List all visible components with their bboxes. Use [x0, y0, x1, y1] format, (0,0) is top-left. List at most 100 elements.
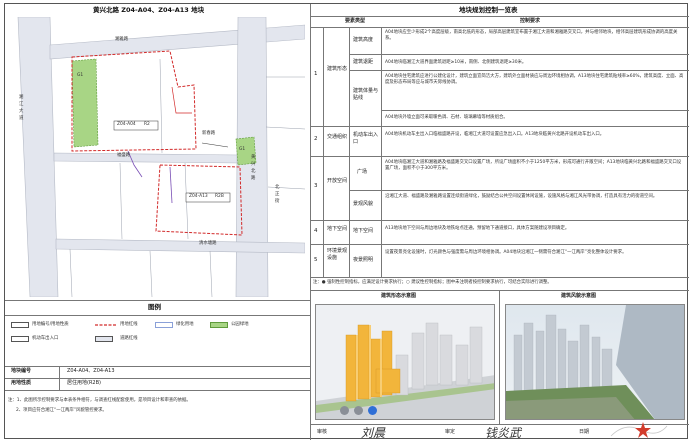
section-4-name: 地下空间: [327, 226, 348, 232]
left-image-caption: 建筑形态示意图: [381, 293, 417, 299]
s1-item-height: 建筑高度: [353, 37, 374, 43]
info-value-land-use: 居住用地(R2B): [67, 380, 101, 386]
signoff-label-approve: 审定: [445, 429, 456, 435]
divider: [310, 244, 689, 245]
section-2-name: 交通组织: [327, 134, 348, 140]
legend-swatch-green-use: [155, 322, 173, 328]
s4-text-underground: A13地块地下空间与周边地块及地铁站点连通，预留地下通道接口，具体方案随建设项目…: [385, 226, 570, 231]
label-road-left: 湘江大道: [19, 95, 24, 122]
label-green2: G1: [239, 147, 246, 152]
section-2-number: 2: [314, 136, 318, 142]
legend-label: 绿化用地: [176, 322, 194, 327]
legend-label: 用地编号/用地性质: [32, 322, 69, 327]
note-line-2: 2、项目应符合湘江“一江两岸”风貌管控要求。: [16, 408, 107, 413]
s2-text-entry: A04地块机动车主出入口临福盛路开设，临湘江大道可设置应急出入口。A13地块临黄…: [385, 132, 605, 137]
section-5-number: 5: [314, 257, 318, 263]
s3-text-landscape: 沿湘江大道、福盛路及湘雅路设置连续街道绿化，鼓励结合公共空间设置休闲设施，设施风…: [385, 194, 658, 199]
legend-swatch-entry: [11, 336, 29, 342]
s1-text-volume: A04地块住宅建筑应进行公建化设计，建筑立面宜简洁大方，建筑外立面材质应与周边环…: [385, 74, 684, 86]
s5-text-lighting: 设置夜景亮化设施时，灯光颜色与强度需与周边环境相协调。A04地块沿湘江一侧需符合…: [385, 250, 627, 255]
section-3-name: 开放空间: [327, 178, 348, 184]
divider: [349, 54, 689, 55]
table-footnote: 注：● 强制性控制指标，应满足设计要求执行；○ 建议性控制指标；图中未注明者按控…: [313, 280, 552, 285]
section-5-name: 环境景观设施: [327, 248, 348, 261]
header-requirements: 控制要求: [520, 18, 541, 24]
carousel-dot[interactable]: [340, 406, 349, 415]
divider: [5, 378, 310, 379]
s5-item-lighting: 夜景照明: [353, 257, 374, 263]
legend-swatch-red-line: [95, 324, 117, 326]
label-lot2-code: R2B: [215, 194, 224, 199]
divider: [310, 27, 689, 28]
s1-text-height: A04地块应至少形成2个高度层级，南高北低的形态，局部高层建筑宜布置于湘江大道和…: [385, 30, 678, 42]
section-3-number: 3: [314, 183, 318, 189]
divider: [381, 27, 382, 277]
label-lot2: Z04-A13: [189, 194, 208, 199]
header-type: 要素类型: [345, 18, 366, 24]
green-area-1: [71, 58, 99, 148]
label-road-mid: 福盛路: [117, 153, 131, 158]
label-lot1: Z04-A04: [117, 122, 136, 127]
label-road-right: 黄兴北路: [251, 155, 256, 182]
carousel-dot[interactable]: [354, 406, 363, 415]
official-stamp: [610, 422, 668, 438]
s1-text-setback: A04地块临湘江大道界面建筑退距≥10米，南侧、北侧建筑退距≥30米。: [385, 60, 527, 65]
signoff-label-review: 审核: [317, 429, 328, 435]
divider: [310, 126, 689, 127]
map-title: 黄兴北路 Z04-A04、Z04-A13 地块: [93, 6, 205, 14]
signature-1: 刘晨: [361, 426, 386, 440]
carousel-dot-active[interactable]: [368, 406, 377, 415]
info-value-lot-number: Z04-A04、Z04-A13: [67, 368, 115, 374]
legend-swatch-road: [95, 336, 113, 342]
divider: [381, 110, 689, 111]
label-road-top: 湘雅路: [115, 37, 129, 42]
signoff-label-date: 日期: [579, 429, 590, 435]
label-green1: G1: [77, 73, 84, 78]
right-image-caption: 建筑风貌示意图: [561, 293, 597, 299]
label-street: 新春路: [202, 131, 216, 136]
section-1-name: 建筑形态: [327, 66, 348, 72]
divider: [310, 4, 311, 440]
label-road-right2: 北正街: [275, 185, 280, 205]
divider: [310, 16, 689, 17]
divider: [349, 70, 689, 71]
legend-label: 道路红线: [120, 336, 138, 341]
divider: [310, 220, 689, 221]
site-map: [10, 17, 305, 297]
divider: [349, 190, 689, 191]
divider: [310, 156, 689, 157]
divider: [5, 315, 310, 316]
info-label-land-use: 用地性质: [11, 380, 32, 386]
divider: [310, 277, 689, 278]
building-style-image: [505, 304, 685, 420]
label-road-bottom: 清水塘路: [199, 241, 217, 246]
legend-heading: 图例: [148, 303, 161, 311]
s1-item-setback: 建筑退距: [353, 59, 374, 65]
s3-item-landscape: 景观风貌: [353, 201, 374, 207]
building-form-image: [315, 304, 495, 420]
planning-sheet: 黄兴北路 Z04-A04、Z04-A13 地块 湘雅路 湘江大道 黄兴北路 福盛…: [4, 3, 689, 440]
divider: [349, 27, 350, 277]
legend-swatch-lot-id: [11, 322, 29, 328]
legend-label: 机动车出入口: [32, 336, 59, 341]
divider: [323, 27, 324, 277]
s1-text-material: A04地块外墙立面可采取暖色调、石材、玻璃幕墙等材质组合。: [385, 115, 508, 120]
divider: [5, 390, 310, 391]
section-4-number: 4: [314, 228, 318, 234]
divider: [499, 290, 500, 424]
signature-2: 钱炎武: [485, 426, 522, 440]
legend-label: 用地红线: [120, 322, 138, 327]
s4-item-underground: 地下空间: [353, 228, 374, 234]
section-1-number: 1: [314, 71, 318, 77]
divider: [5, 300, 310, 301]
label-lot1-code: R2: [144, 122, 150, 127]
divider: [5, 366, 310, 367]
road-mid: [53, 152, 241, 164]
s3-text-plaza: A04地块临湘江大道和湘雅路及福盛路交叉口设置广场，所设广场面积不小于1250平…: [385, 160, 682, 172]
info-label-lot-number: 地块编号: [11, 368, 32, 374]
note-line-1: 注：1、此图所示控制要求与本表条件相符，与调查红线配套使用，是项目设计和审查的依…: [8, 398, 191, 403]
legend-swatch-park: [210, 322, 228, 328]
legend-label: 公园绿地: [231, 322, 249, 327]
table-title: 地块规划控制一览表: [459, 6, 518, 14]
s1-item-volume: 建筑体量与贴线: [353, 88, 379, 101]
